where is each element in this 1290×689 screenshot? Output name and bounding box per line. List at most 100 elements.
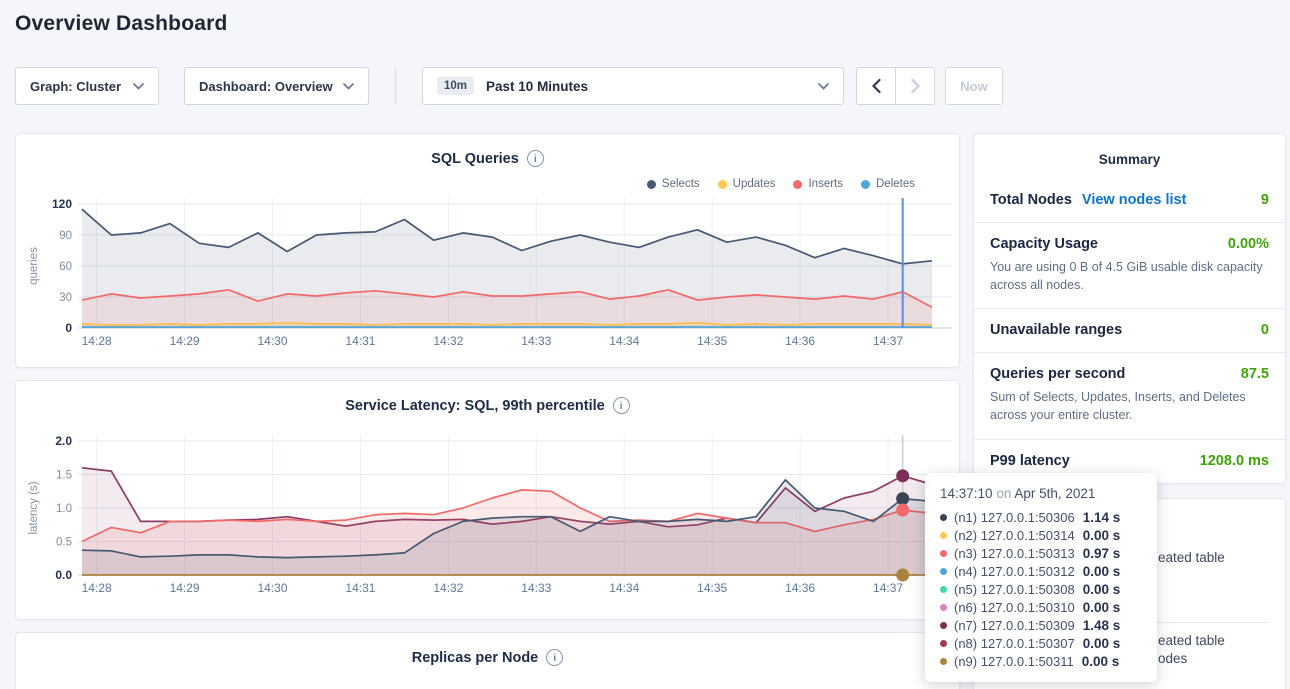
tooltip-node-value: 0.00 s [1083, 582, 1121, 597]
legend-item-updates[interactable]: Updates [718, 178, 776, 190]
summary-item-label: Total Nodes [990, 192, 1072, 208]
tooltip-node-label: (n1) 127.0.0.1:50306 [954, 510, 1075, 525]
tooltip-node-value: 0.00 s [1083, 600, 1121, 615]
summary-item-value: 9 [1261, 192, 1269, 208]
node-color-dot [940, 658, 947, 665]
tooltip-node-label: (n9) 127.0.0.1:50311 [954, 654, 1074, 669]
legend-color-dot [793, 180, 802, 189]
svg-text:14:31: 14:31 [345, 581, 375, 595]
tooltip-node-label: (n3) 127.0.0.1:50313 [954, 546, 1075, 561]
node-color-dot [940, 622, 947, 629]
tooltip-node-value: 0.00 s [1082, 654, 1120, 669]
info-icon[interactable]: i [546, 649, 563, 666]
svg-text:14:30: 14:30 [258, 581, 288, 595]
summary-item: Total Nodes View nodes list 9 [974, 179, 1285, 222]
info-icon[interactable]: i [613, 397, 630, 414]
chevron-down-icon [818, 83, 829, 90]
replicas-per-node-title: Replicas per Node [412, 650, 539, 666]
summary-item-label: Capacity Usage [990, 236, 1098, 252]
summary-panel: Summary Total Nodes View nodes list 9 Capac… [973, 133, 1286, 484]
svg-text:queries: queries [28, 247, 40, 285]
prev-time-button[interactable] [856, 67, 896, 105]
svg-text:14:35: 14:35 [697, 581, 727, 595]
next-time-button[interactable] [895, 67, 935, 105]
svg-text:14:31: 14:31 [345, 334, 375, 348]
summary-item-value: 1208.0 ms [1200, 453, 1269, 469]
legend-item-selects[interactable]: Selects [647, 178, 700, 190]
chevron-left-icon [872, 79, 881, 93]
svg-text:14:28: 14:28 [82, 334, 112, 348]
legend-color-dot [647, 180, 656, 189]
overview-dashboard-page: Overview Dashboard Graph: Cluster Dashbo… [0, 0, 1290, 689]
node-color-dot [940, 550, 947, 557]
svg-text:14:33: 14:33 [521, 581, 551, 595]
chevron-down-icon [343, 83, 354, 90]
legend-color-dot [861, 180, 870, 189]
time-range-label: Past 10 Minutes [486, 79, 818, 94]
chevron-right-icon [911, 79, 920, 93]
service-latency-panel: Service Latency: SQL, 99th percentile i … [15, 380, 960, 620]
sql-queries-legend: Selects Updates Inserts Deletes [647, 178, 915, 190]
summary-item: Capacity Usage0.00%You are using 0 B of … [974, 222, 1285, 308]
svg-text:120: 120 [52, 197, 72, 211]
legend-item-deletes[interactable]: Deletes [861, 178, 915, 190]
tooltip-node-value: 0.00 s [1083, 528, 1121, 543]
legend-item-inserts[interactable]: Inserts [793, 178, 843, 190]
tooltip-node-label: (n2) 127.0.0.1:50314 [954, 528, 1075, 543]
service-latency-chart[interactable]: 14:2814:2914:3014:3114:3214:3314:3414:35… [24, 431, 953, 611]
svg-text:14:28: 14:28 [82, 581, 112, 595]
summary-item: Queries per second87.5Sum of Selects, Up… [974, 352, 1285, 438]
svg-text:14:32: 14:32 [433, 581, 463, 595]
tooltip-node-row: (n9) 127.0.0.1:50311 0.00 s [940, 652, 1142, 670]
event-text-fragment: eated table [1158, 633, 1225, 648]
summary-item: Unavailable ranges0 [974, 308, 1285, 352]
svg-text:14:36: 14:36 [785, 334, 815, 348]
svg-text:14:32: 14:32 [433, 334, 463, 348]
summary-item-label: Queries per second [990, 366, 1125, 382]
summary-item-value: 87.5 [1241, 366, 1269, 382]
svg-text:14:29: 14:29 [170, 581, 200, 595]
time-nav-group [856, 67, 935, 105]
svg-text:1.0: 1.0 [56, 503, 72, 515]
summary-item-label: Unavailable ranges [990, 322, 1122, 338]
svg-text:90: 90 [59, 230, 72, 242]
svg-text:1.5: 1.5 [56, 470, 72, 482]
svg-text:0.0: 0.0 [55, 568, 72, 582]
tooltip-node-row: (n4) 127.0.0.1:503120.00 s [940, 562, 1142, 580]
service-latency-title: Service Latency: SQL, 99th percentile [345, 398, 605, 414]
svg-text:14:37: 14:37 [873, 581, 903, 595]
tooltip-node-row: (n1) 127.0.0.1:503061.14 s [940, 508, 1142, 526]
tooltip-node-label: (n5) 127.0.0.1:50308 [954, 582, 1075, 597]
svg-text:14:30: 14:30 [258, 334, 288, 348]
controls-divider [395, 67, 396, 105]
tooltip-node-row: (n6) 127.0.0.1:503100.00 s [940, 598, 1142, 616]
tooltip-node-label: (n7) 127.0.0.1:50309 [954, 618, 1075, 633]
summary-item-label: P99 latency [990, 453, 1070, 469]
charts-column: SQL Queries i SelectsUpdatesInsertsDelet… [15, 133, 960, 689]
event-text-fragment: eated table [1158, 550, 1225, 565]
svg-text:latency (s): latency (s) [28, 481, 40, 534]
svg-text:14:35: 14:35 [697, 334, 727, 348]
event-text-fragment: odes [1158, 651, 1187, 666]
legend-label: Inserts [808, 178, 843, 190]
tooltip-node-value: 0.97 s [1083, 546, 1121, 561]
now-button[interactable]: Now [945, 67, 1003, 105]
node-color-dot [940, 514, 947, 521]
chevron-down-icon [133, 83, 144, 90]
info-icon[interactable]: i [527, 150, 544, 167]
view-nodes-list-link[interactable]: View nodes list [1082, 192, 1187, 208]
summary-title: Summary [974, 134, 1285, 179]
tooltip-node-row: (n3) 127.0.0.1:50313 0.97 s [940, 544, 1142, 562]
tooltip-node-row: (n2) 127.0.0.1:50314 0.00 s [940, 526, 1142, 544]
page-title: Overview Dashboard [15, 12, 228, 36]
svg-text:14:34: 14:34 [609, 334, 639, 348]
dashboard-dropdown[interactable]: Dashboard: Overview [184, 67, 369, 105]
chart-hover-tooltip: 14:37:10 on Apr 5th, 2021 (n1) 127.0.0.1… [925, 473, 1157, 682]
sql-queries-chart[interactable]: 14:2814:2914:3014:3114:3214:3314:3414:35… [24, 192, 953, 362]
tooltip-timestamp: 14:37:10 on Apr 5th, 2021 [940, 486, 1142, 501]
svg-text:0.5: 0.5 [56, 537, 72, 549]
replicas-per-node-panel: Replicas per Node i [15, 632, 960, 689]
graph-dropdown[interactable]: Graph: Cluster [15, 67, 159, 105]
tooltip-node-label: (n4) 127.0.0.1:50312 [954, 564, 1075, 579]
time-range-selector[interactable]: 10m Past 10 Minutes [422, 67, 844, 105]
